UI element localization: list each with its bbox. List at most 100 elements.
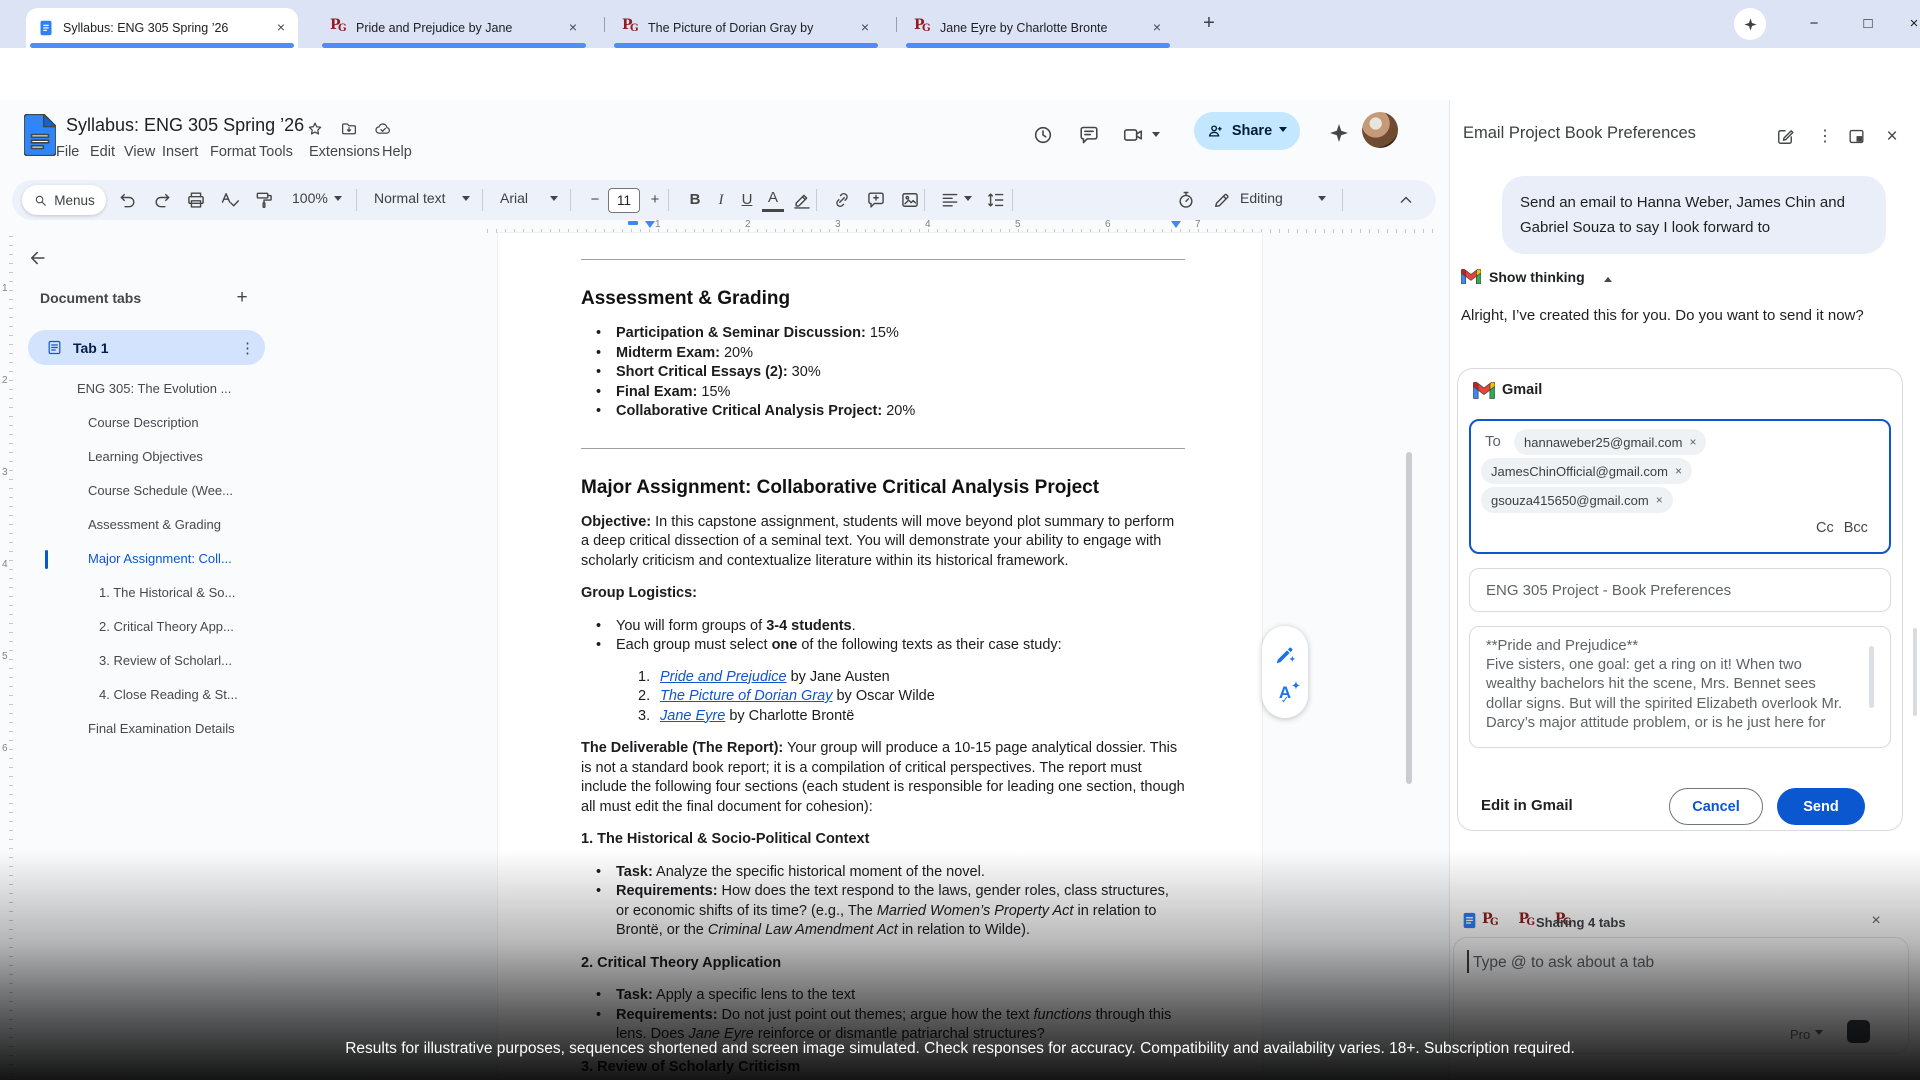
paint-format-icon[interactable] [254, 190, 274, 210]
meet-dropdown-icon[interactable] [1152, 132, 1160, 141]
vertical-ruler[interactable]: 1 2 3 4 5 6 [0, 236, 14, 1080]
menu-tools[interactable]: Tools [257, 141, 295, 163]
document-scrollbar[interactable] [1406, 452, 1412, 784]
timer-icon[interactable] [1176, 190, 1196, 210]
increase-font-size[interactable]: + [644, 188, 666, 212]
add-tab-icon[interactable]: + [230, 286, 254, 310]
outline-item-9[interactable]: 3. Review of Scholarl... [45, 644, 295, 678]
left-indent-marker[interactable] [645, 221, 655, 233]
print-icon[interactable] [186, 190, 206, 210]
line-spacing-icon[interactable] [986, 190, 1006, 210]
right-indent-marker[interactable] [1171, 221, 1181, 233]
menu-view[interactable]: View [122, 141, 157, 163]
underline-button[interactable]: U [736, 188, 758, 212]
tab-options-icon[interactable]: ⋮ [240, 339, 255, 357]
tab-close-icon[interactable]: × [1148, 19, 1166, 37]
bold-button[interactable]: B [684, 188, 706, 212]
text-color-button[interactable]: A [762, 188, 784, 212]
outline-item-7[interactable]: 1. The Historical & So... [45, 576, 295, 610]
italic-button[interactable]: I [710, 188, 732, 212]
align-icon[interactable] [940, 190, 960, 210]
redo-icon[interactable] [152, 190, 172, 210]
panel-compose-icon[interactable] [1775, 127, 1795, 147]
browser-tab-1[interactable]: Syllabus: ENG 305 Spring ’26 × [26, 8, 298, 48]
browser-tab-3[interactable]: P G The Picture of Dorian Gray by × [610, 8, 882, 48]
highlight-color-icon[interactable] [792, 190, 812, 210]
editing-mode-pencil-icon[interactable] [1212, 190, 1232, 210]
menu-file[interactable]: File [54, 141, 81, 163]
star-document-icon[interactable] [306, 120, 324, 138]
outline-item-8[interactable]: 2. Critical Theory App... [45, 610, 295, 644]
tab-close-icon[interactable]: × [272, 19, 290, 37]
send-button[interactable]: Send [1777, 788, 1865, 825]
browser-tab-4[interactable]: P G Jane Eyre by Charlotte Bronte × [902, 8, 1174, 48]
remove-recipient-icon[interactable]: × [1689, 435, 1696, 449]
collapse-toolbar-icon[interactable] [1396, 190, 1416, 210]
remove-recipient-icon[interactable]: × [1656, 493, 1663, 507]
menu-insert[interactable]: Insert [160, 141, 200, 163]
zoom-select[interactable]: 100% [292, 190, 328, 206]
window-minimize-button[interactable]: − [1798, 10, 1830, 38]
tab-close-icon[interactable]: × [856, 19, 874, 37]
indent-marker[interactable] [628, 221, 638, 225]
menu-format[interactable]: Format [208, 141, 258, 163]
close-outline-panel-icon[interactable] [24, 244, 52, 272]
decrease-font-size[interactable]: − [584, 188, 606, 212]
bcc-button[interactable]: Bcc [1844, 520, 1868, 536]
cc-button[interactable]: Cc [1816, 520, 1834, 536]
document-link[interactable]: Jane Eyre [660, 708, 725, 724]
menu-extensions[interactable]: Extensions [307, 141, 382, 163]
outline-item-10[interactable]: 4. Close Reading & St... [45, 678, 295, 712]
docs-profile-avatar[interactable] [1362, 112, 1398, 148]
editing-mode-select[interactable]: Editing [1240, 190, 1283, 206]
remove-recipient-icon[interactable]: × [1675, 464, 1682, 478]
document-link[interactable]: The Picture of Dorian Gray [660, 688, 832, 704]
comments-icon[interactable] [1078, 124, 1100, 146]
panel-close-icon[interactable]: × [1881, 124, 1903, 150]
recipient-chip[interactable]: hannaweber25@gmail.com × [1514, 429, 1707, 455]
gemini-icon[interactable] [1328, 122, 1350, 144]
font-select[interactable]: Arial [500, 190, 528, 206]
recipient-chip[interactable]: JamesChinOfficial@gmail.com × [1481, 458, 1692, 484]
document-content[interactable]: Assessment & Grading • Participation & Sem… [498, 259, 1261, 1080]
document-link[interactable]: Pride and Prejudice [660, 669, 787, 685]
window-maximize-button[interactable]: □ [1852, 10, 1884, 38]
help-me-write-icon[interactable] [1273, 643, 1297, 667]
outline-item-11[interactable]: Final Examination Details [45, 712, 295, 746]
menus-search-button[interactable]: Menus [22, 185, 106, 215]
panel-more-icon[interactable]: ⋮ [1815, 126, 1835, 148]
outline-item-2[interactable]: Course Description [45, 406, 295, 440]
cancel-button[interactable]: Cancel [1669, 788, 1763, 825]
font-size-input[interactable]: 11 [608, 188, 640, 213]
meet-video-icon[interactable] [1122, 124, 1144, 146]
spellcheck-icon[interactable] [220, 190, 240, 210]
add-comment-icon[interactable] [866, 190, 886, 210]
tab-close-icon[interactable]: × [564, 19, 582, 37]
chevron-up-icon[interactable] [1604, 273, 1612, 282]
window-close-button[interactable]: × [1898, 10, 1920, 38]
recipient-chip[interactable]: gsouza415650@gmail.com × [1481, 487, 1673, 513]
menu-help[interactable]: Help [380, 141, 414, 163]
document-title[interactable]: Syllabus: ENG 305 Spring ’26 [66, 115, 304, 136]
document-page[interactable]: Assessment & Grading • Participation & Sem… [497, 232, 1263, 1080]
body-scrollbar[interactable] [1869, 646, 1874, 708]
undo-icon[interactable] [118, 190, 138, 210]
version-history-icon[interactable] [1032, 124, 1054, 146]
proofread-icon[interactable]: A ✦ ✓ [1279, 681, 1300, 706]
edit-in-gmail-button[interactable]: Edit in Gmail [1481, 797, 1573, 814]
outline-item-5[interactable]: Assessment & Grading [45, 508, 295, 542]
tab-organizer-sparkle-icon[interactable] [1734, 8, 1766, 40]
sharing-close-icon[interactable]: × [1866, 909, 1886, 933]
menu-edit[interactable]: Edit [88, 141, 117, 163]
insert-link-icon[interactable] [832, 190, 852, 210]
outline-item-6[interactable]: Major Assignment: Coll... [45, 542, 295, 576]
panel-scrollbar[interactable] [1913, 628, 1917, 716]
panel-open-window-icon[interactable] [1847, 127, 1866, 146]
outline-item-1[interactable]: ENG 305: The Evolution ... [45, 372, 295, 406]
share-button[interactable]: Share [1194, 112, 1300, 150]
new-tab-button[interactable]: + [1196, 10, 1222, 36]
move-folder-icon[interactable] [340, 120, 358, 138]
show-thinking-toggle[interactable]: Show thinking [1489, 267, 1585, 287]
insert-image-icon[interactable] [900, 190, 920, 210]
browser-tab-2[interactable]: P G Pride and Prejudice by Jane × [318, 8, 590, 48]
